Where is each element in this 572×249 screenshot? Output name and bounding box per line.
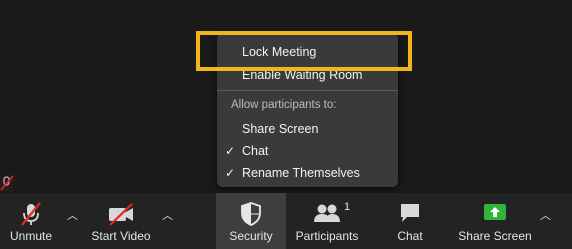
menu-item-enable-waiting-room[interactable]: Enable Waiting Room bbox=[217, 65, 398, 85]
video-off-icon bbox=[107, 201, 135, 232]
meeting-toolbar: Unmute ︿ Start Video ︿ Security 1 Partic… bbox=[0, 193, 572, 249]
security-button[interactable]: Security bbox=[216, 193, 286, 249]
share-options-caret-icon[interactable]: ︿ bbox=[540, 207, 551, 223]
share-screen-button[interactable]: Share Screen bbox=[454, 193, 536, 249]
shield-icon bbox=[239, 201, 263, 232]
participants-count: 1 bbox=[344, 201, 351, 213]
chat-button[interactable]: Chat bbox=[386, 193, 434, 249]
start-video-button[interactable]: Start Video bbox=[84, 193, 158, 249]
menu-item-lock-meeting[interactable]: Lock Meeting bbox=[217, 42, 398, 62]
unmute-label: Unmute bbox=[9, 229, 53, 243]
checkmark-icon: ✓ bbox=[225, 144, 236, 158]
chat-label: Chat bbox=[397, 229, 423, 243]
chat-bubble-icon bbox=[398, 201, 422, 230]
muted-mic-indicator-icon bbox=[0, 175, 14, 191]
start-video-label: Start Video bbox=[91, 229, 151, 243]
security-label: Security bbox=[229, 229, 273, 243]
security-menu: Lock Meeting Enable Waiting Room Allow p… bbox=[217, 33, 398, 187]
share-screen-icon bbox=[482, 201, 508, 230]
menu-item-label: Rename Themselves bbox=[242, 166, 360, 180]
menu-divider bbox=[217, 90, 398, 91]
participants-label: Participants bbox=[295, 229, 359, 243]
people-icon bbox=[313, 201, 341, 230]
menu-item-label: Chat bbox=[242, 144, 269, 158]
video-options-caret-icon[interactable]: ︿ bbox=[162, 207, 173, 223]
unmute-button[interactable]: Unmute bbox=[0, 193, 62, 249]
mic-muted-icon bbox=[18, 201, 44, 232]
menu-item-rename-themselves[interactable]: ✓ Rename Themselves bbox=[217, 163, 398, 183]
share-screen-label: Share Screen bbox=[458, 229, 532, 243]
participants-button[interactable]: 1 Participants bbox=[290, 193, 364, 249]
menu-item-chat[interactable]: ✓ Chat bbox=[217, 141, 398, 161]
checkmark-icon: ✓ bbox=[225, 166, 236, 180]
menu-item-label: Lock Meeting bbox=[242, 45, 317, 59]
menu-item-label: Enable Waiting Room bbox=[242, 68, 363, 82]
menu-item-label: Share Screen bbox=[242, 122, 319, 136]
menu-section-heading: Allow participants to: bbox=[231, 99, 337, 111]
audio-options-caret-icon[interactable]: ︿ bbox=[67, 207, 78, 223]
menu-item-share-screen[interactable]: Share Screen bbox=[217, 119, 398, 139]
